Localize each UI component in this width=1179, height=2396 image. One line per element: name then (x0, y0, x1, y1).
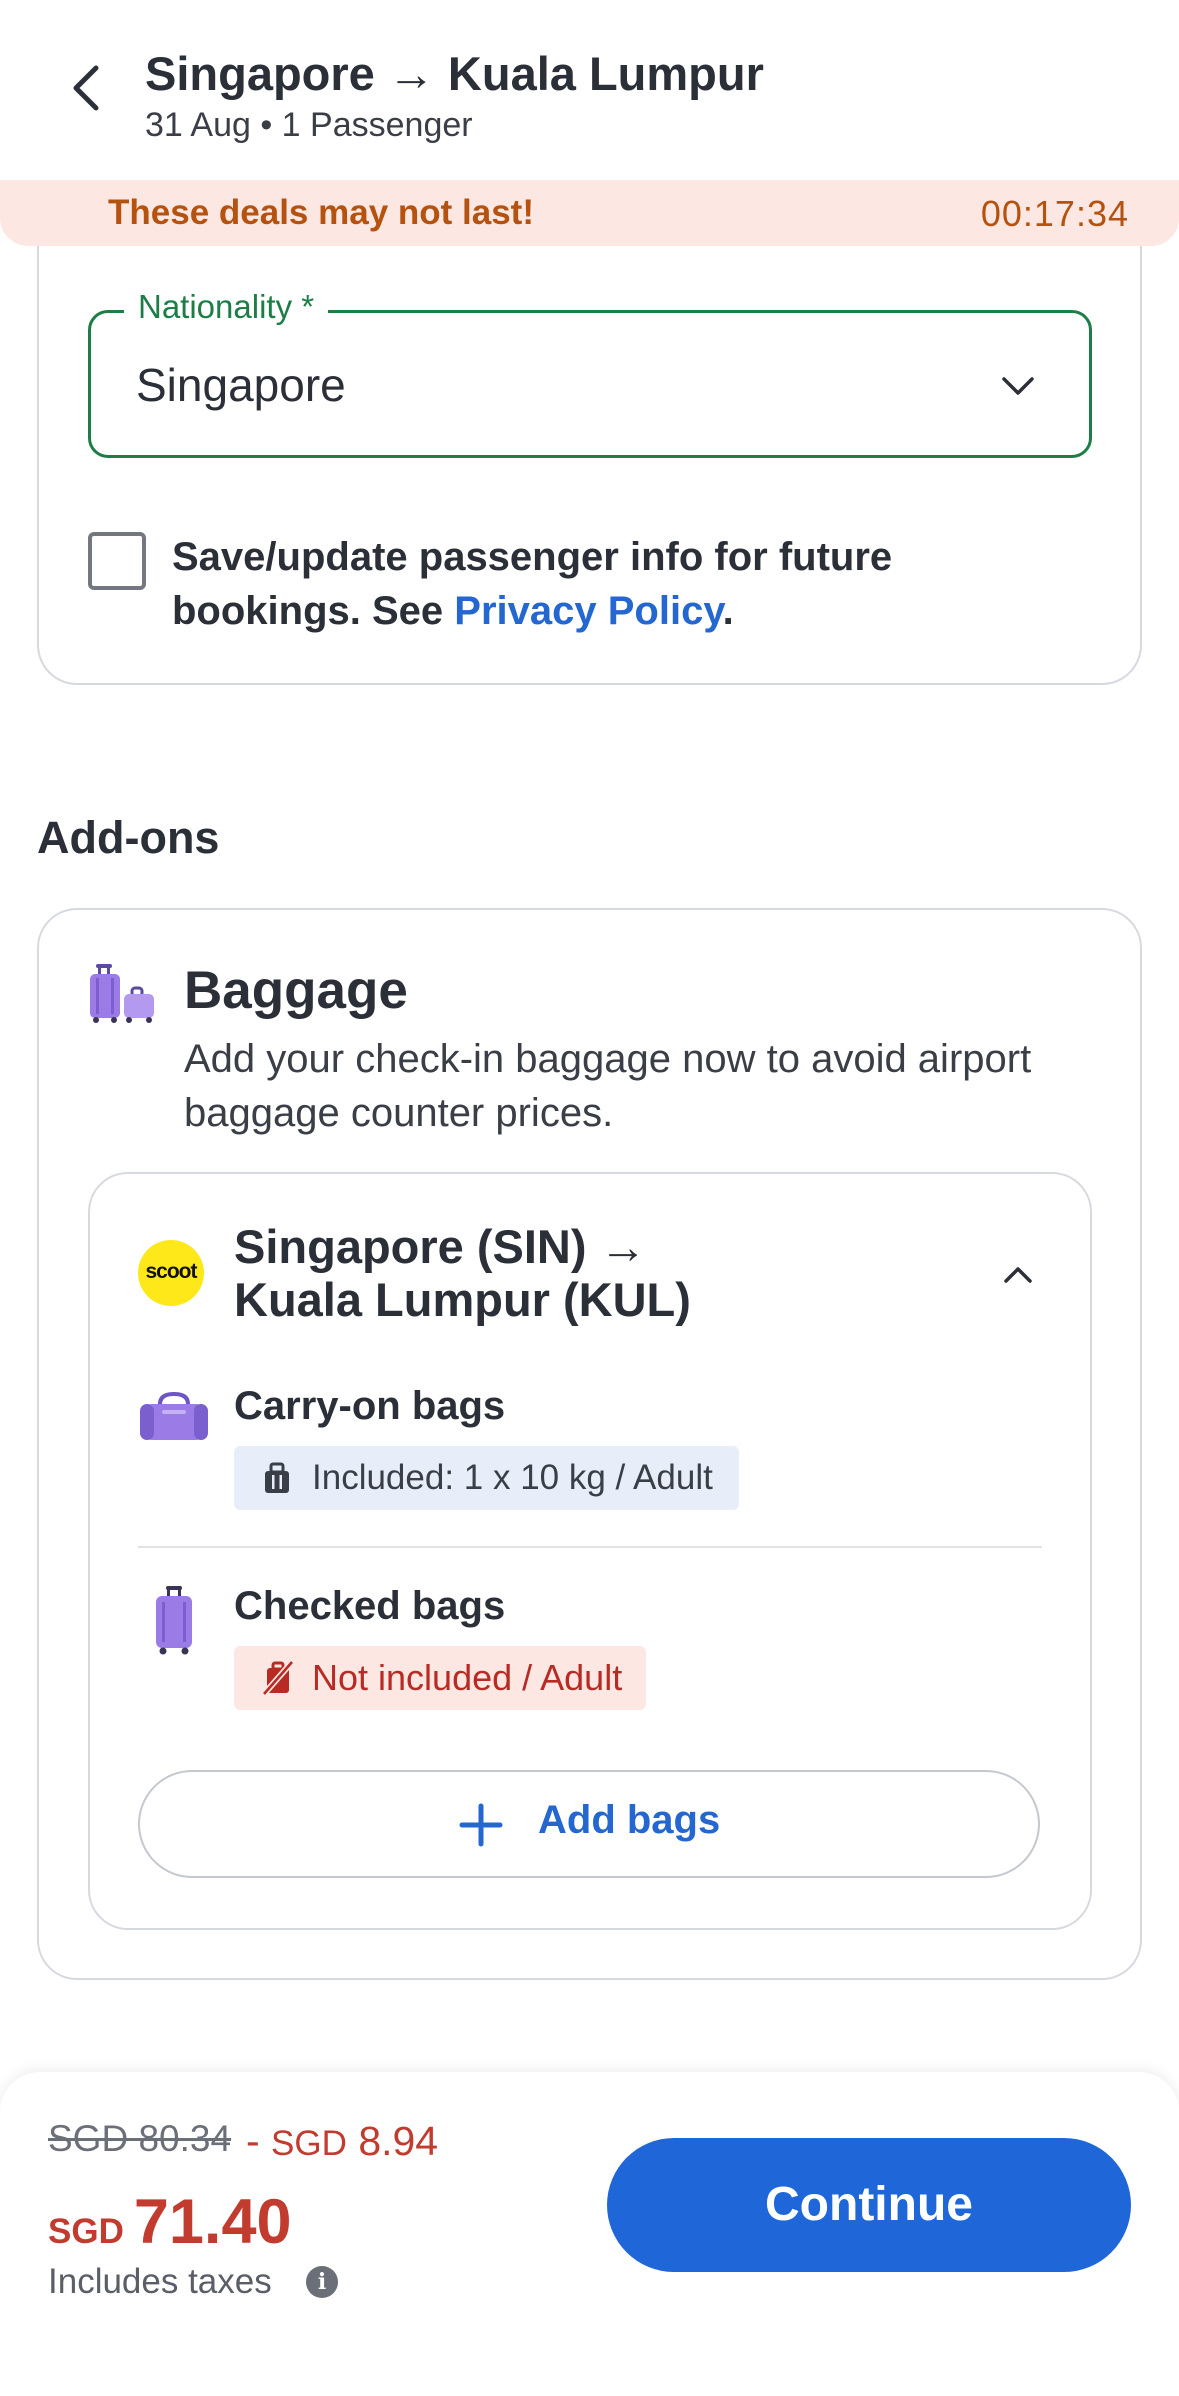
checked-bags-badge-text: Not included / Adult (312, 1657, 623, 1698)
continue-button[interactable]: Continue (607, 2138, 1131, 2272)
deal-banner: These deals may not last! 00:17:34 (0, 180, 1179, 246)
save-passenger-suffix: . (722, 589, 734, 633)
top-app-bar: Singapore → Kuala Lumpur 31 Aug • 1 Pass… (0, 0, 1179, 180)
deal-countdown-timer: 00:17:34 (980, 193, 1129, 234)
plus-icon (459, 1803, 503, 1847)
continue-label: Continue (765, 2178, 973, 2231)
save-passenger-checkbox[interactable] (88, 532, 146, 590)
total-currency: SGD (48, 2212, 124, 2251)
carry-on-title: Carry-on bags (234, 1384, 506, 1428)
flight-route[interactable]: Singapore (SIN) → Kuala Lumpur (KUL) (234, 1220, 834, 1326)
baggage-description: Add your check-in baggage now to avoid a… (184, 1037, 1032, 1135)
trip-summary: 31 Aug • 1 Passenger (145, 106, 473, 144)
discount-value: 8.94 (358, 2118, 439, 2164)
original-price: SGD 80.34 (48, 2118, 232, 2159)
add-bags-label: Add bags (538, 1798, 721, 1842)
airline-logo: scoot (138, 1240, 204, 1306)
carry-on-badge-text: Included: 1 x 10 kg / Adult (312, 1458, 713, 1497)
divider (138, 1546, 1042, 1548)
route-destination: Kuala Lumpur (KUL) (234, 1273, 691, 1326)
total-price: SGD 71.40 (48, 2186, 292, 2258)
info-icon[interactable]: i (306, 2266, 338, 2298)
discount-prefix: - (246, 2118, 272, 2164)
chevron-up-icon[interactable] (998, 1254, 1038, 1294)
airline-logo-text: scoot (145, 1260, 197, 1283)
back-arrow-icon[interactable] (58, 58, 118, 118)
total-amount: 71.40 (133, 2187, 292, 2257)
deal-message: These deals may not last! (108, 193, 534, 232)
nationality-value: Singapore (136, 359, 346, 411)
chevron-down-icon[interactable] (998, 366, 1038, 406)
discount-currency: SGD (271, 2124, 347, 2163)
privacy-policy-link[interactable]: Privacy Policy (454, 589, 722, 633)
duffel-bag-icon (140, 1391, 208, 1440)
add-bags-button[interactable]: Add bags (138, 1770, 1040, 1878)
page-title: Singapore → Kuala Lumpur (145, 47, 764, 100)
baggage-title: Baggage (184, 961, 408, 1020)
discount-amount: - SGD 8.94 (246, 2118, 438, 2165)
no-luggage-icon (261, 1660, 295, 1696)
route-origin: Singapore (SIN) → (234, 1220, 647, 1273)
suitcase-icon (156, 1586, 192, 1655)
checked-bags-badge: Not included / Adult (234, 1646, 647, 1710)
carry-on-badge: Included: 1 x 10 kg / Adult (234, 1446, 739, 1510)
save-passenger-label: Save/update passenger info for future bo… (172, 530, 1052, 638)
nationality-label: Nationality * (124, 288, 329, 326)
addons-heading: Add-ons (37, 812, 220, 863)
luggage-icon (90, 964, 154, 1023)
carry-on-bag-icon (265, 1462, 289, 1493)
checked-bags-title: Checked bags (234, 1584, 506, 1628)
taxes-note: Includes taxes (48, 2262, 272, 2301)
